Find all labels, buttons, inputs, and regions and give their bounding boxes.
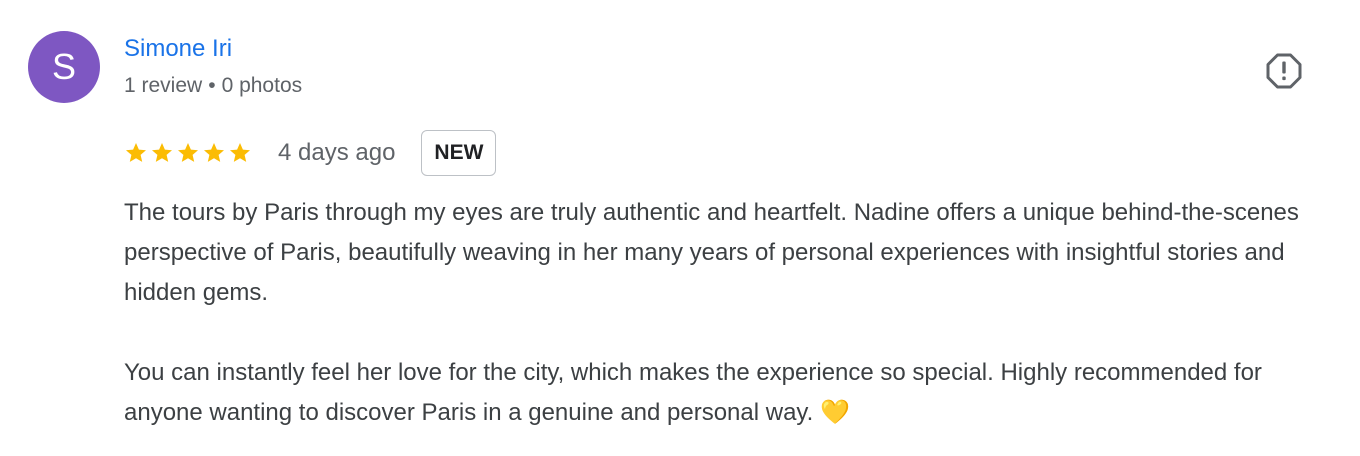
review-count: 1 review	[124, 74, 203, 97]
report-review-button[interactable]	[1264, 51, 1304, 91]
review-paragraph: The tours by Paris through my eyes are t…	[124, 199, 1299, 306]
report-flag-icon	[1266, 53, 1302, 89]
new-badge: NEW	[421, 130, 497, 176]
photo-count: 0 photos	[221, 74, 303, 97]
star-icon	[152, 143, 172, 162]
author-name-link[interactable]: Simone Iri	[124, 34, 232, 64]
rating-row: 4 days ago NEW	[124, 130, 497, 176]
star-rating	[124, 141, 252, 165]
author-meta: 1 review • 0 photos	[124, 73, 302, 99]
star-icon	[204, 143, 224, 162]
star-icon	[178, 143, 198, 162]
review-text: The tours by Paris through my eyes are t…	[124, 193, 1314, 433]
star-icon	[230, 143, 250, 162]
review-paragraph: You can instantly feel her love for the …	[124, 359, 1262, 426]
review-date: 4 days ago	[278, 139, 396, 166]
review-card: S Simone Iri 1 review • 0 photos 4 days ag…	[0, 0, 1360, 456]
avatar[interactable]: S	[28, 31, 100, 103]
meta-separator: •	[208, 74, 216, 97]
star-icon	[126, 143, 146, 162]
